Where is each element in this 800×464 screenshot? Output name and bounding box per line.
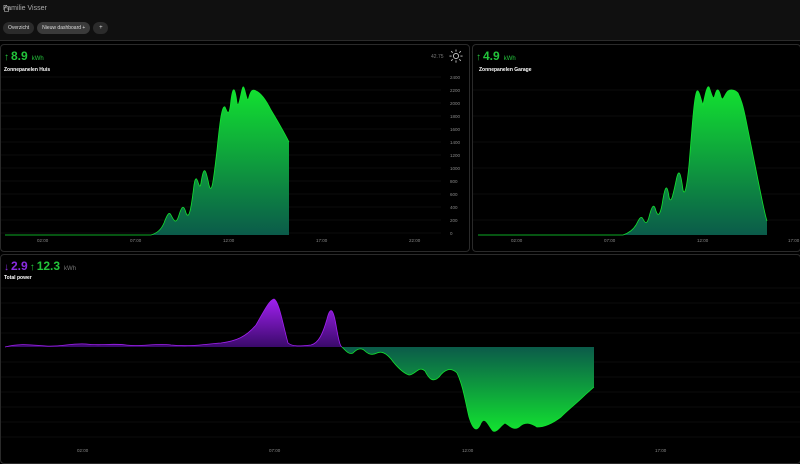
y-tick: 2400 [450, 75, 461, 80]
x-tick: 12:00 [462, 448, 474, 453]
y-tick: 400 [450, 205, 458, 210]
total-export-area [342, 347, 594, 432]
x-tick: 12:00 [697, 238, 709, 243]
total-import-area [5, 299, 342, 347]
card-zonnepanelen-garage[interactable]: ↑ 4.9 kWh Zonnepanelen Garage 02:00 07:0… [472, 44, 800, 252]
home-icon [3, 5, 10, 12]
y-tick: 1800 [450, 114, 461, 119]
y-tick: 200 [450, 218, 458, 223]
total-chart: 02:00 07:00 12:00 17:00 [1, 287, 800, 453]
tab-nieuw-dashboard[interactable]: Nieuw dashboard + [37, 22, 91, 34]
x-tick: 07:00 [130, 238, 142, 243]
dashboard-tabs: Overzicht Nieuw dashboard + + [3, 22, 109, 34]
card-total-power[interactable]: ↓ 2.9 ↑ 12.3 kWh Total power 02:00 07:00… [0, 254, 800, 464]
house-area [5, 86, 289, 235]
x-tick: 07:00 [269, 448, 281, 453]
y-tick: 1600 [450, 127, 461, 132]
top-bar: Familie Visser Overzicht Nieuw dashboard… [0, 0, 800, 41]
x-tick: 22:00 [409, 238, 421, 243]
tab-overzicht[interactable]: Overzicht [3, 22, 35, 34]
garage-area [478, 86, 767, 235]
x-tick: 07:00 [604, 238, 616, 243]
total-x-ticks: 02:00 07:00 12:00 17:00 [77, 448, 667, 453]
x-tick: 02:00 [37, 238, 49, 243]
garage-x-ticks: 02:00 07:00 12:00 17:00 [511, 238, 800, 243]
garage-chart: 02:00 07:00 12:00 17:00 [473, 86, 800, 243]
y-tick: 2000 [450, 101, 461, 106]
house-x-ticks: 02:00 07:00 12:00 17:00 22:00 [37, 238, 421, 243]
x-tick: 02:00 [77, 448, 89, 453]
y-tick: 600 [450, 192, 458, 197]
add-tab-button[interactable]: + [93, 22, 109, 34]
x-tick: 17:00 [788, 238, 800, 243]
house-y-ticks: 2400 2200 2000 1800 1600 1400 1200 1000 … [450, 75, 461, 236]
total-import-line [4, 298, 343, 348]
x-tick: 17:00 [655, 448, 667, 453]
y-tick: 1200 [450, 153, 461, 158]
x-tick: 12:00 [223, 238, 235, 243]
y-tick: 1400 [450, 140, 461, 145]
x-tick: 17:00 [316, 238, 328, 243]
y-tick: 1000 [450, 166, 461, 171]
y-tick: 800 [450, 179, 458, 184]
y-tick: 0 [450, 231, 453, 236]
dashboard-title: Familie Visser [3, 5, 47, 12]
x-tick: 02:00 [511, 238, 523, 243]
card-zonnepanelen-huis[interactable]: ↑ 8.9 kWh Zonnepanelen Huis 42.75 2400 2… [0, 44, 470, 252]
y-tick: 2200 [450, 88, 461, 93]
house-chart: 2400 2200 2000 1800 1600 1400 1200 1000 … [1, 75, 461, 243]
